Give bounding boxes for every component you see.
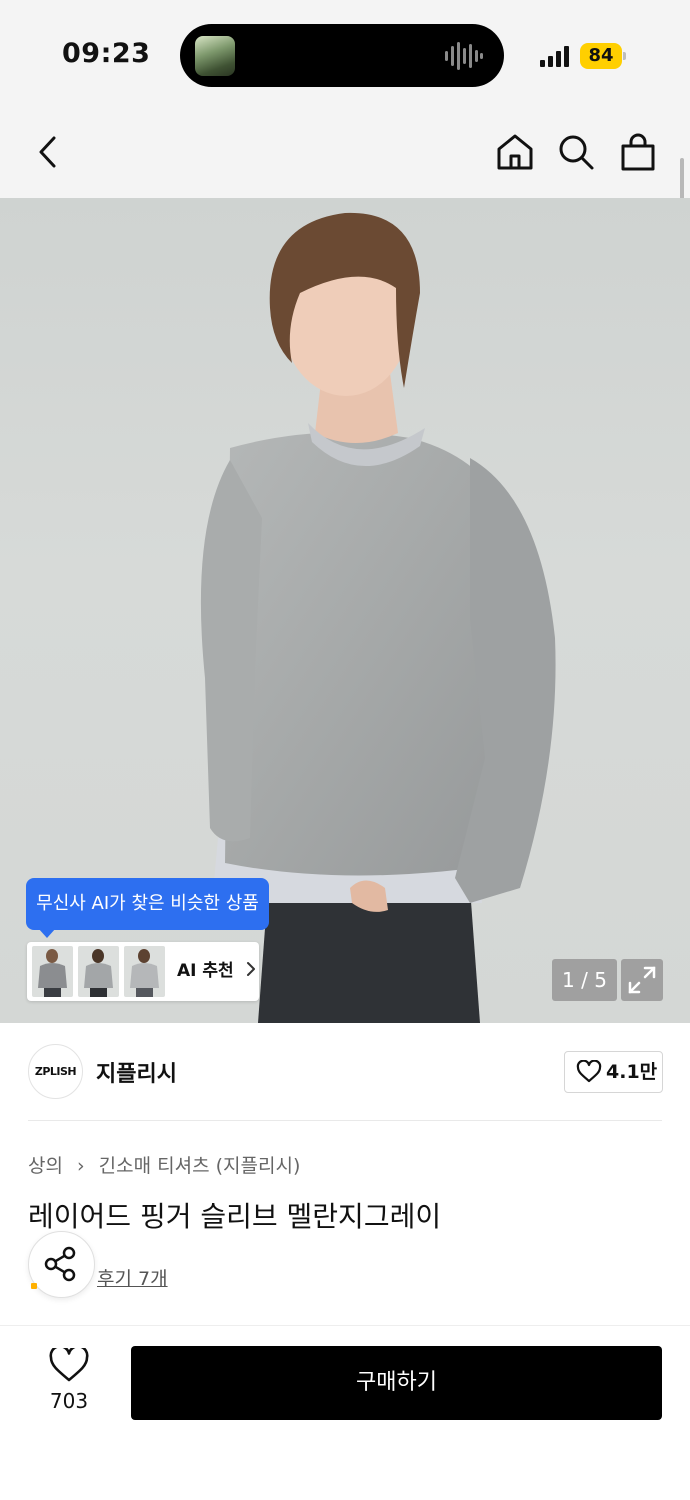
like-count: 703 <box>49 1389 89 1413</box>
product-title: 레이어드 핑거 슬리브 멜란지그레이 <box>28 1200 442 1233</box>
review-link[interactable]: 후기 7개 <box>97 1264 168 1291</box>
buy-button[interactable]: 구매하기 <box>131 1346 662 1420</box>
tooltip-pointer <box>38 928 56 938</box>
brand-name[interactable]: 지플리시 <box>96 1056 177 1088</box>
chevron-right-icon <box>246 962 255 976</box>
ai-recommend-button[interactable]: AI 추천 <box>27 942 259 1001</box>
ai-recommend-label: AI 추천 <box>177 942 257 1001</box>
ai-recommend-text: AI 추천 <box>177 961 234 981</box>
breadcrumb: 상의 › 긴소매 티셔츠 (지플리시) <box>28 1151 300 1178</box>
status-time: 09:23 <box>62 38 151 69</box>
similar-product-thumb <box>124 946 165 997</box>
battery-tip <box>623 52 626 60</box>
top-navigation <box>0 110 690 198</box>
bottom-bar-border <box>0 1325 690 1326</box>
heart-icon[interactable] <box>44 1344 94 1388</box>
chevron-right-icon: › <box>77 1155 85 1177</box>
heart-icon <box>576 1060 602 1083</box>
similar-product-thumb <box>32 946 73 997</box>
divider <box>28 1120 662 1121</box>
brand-like-button[interactable]: 4.1만 <box>564 1051 663 1093</box>
shopping-bag-icon[interactable] <box>616 130 660 174</box>
cellular-signal-icon <box>540 46 569 67</box>
rating-star-icon <box>31 1283 37 1289</box>
brand-logo[interactable]: ZPLISH <box>28 1044 83 1099</box>
share-button[interactable] <box>28 1231 95 1298</box>
battery-level: 84 <box>580 43 622 69</box>
brand-like-count: 4.1만 <box>606 1061 658 1083</box>
chevron-left-icon[interactable] <box>26 130 70 174</box>
similar-product-thumb <box>78 946 119 997</box>
share-icon <box>44 1246 76 1282</box>
ai-recommend-tooltip: 무신사 AI가 찾은 비슷한 상품 <box>26 878 269 930</box>
image-page-indicator: 1 / 5 <box>552 959 617 1001</box>
breadcrumb-item-subcategory[interactable]: 긴소매 티셔츠 (지플리시) <box>99 1155 301 1177</box>
now-playing-artwork <box>195 36 235 76</box>
search-icon[interactable] <box>554 130 598 174</box>
expand-icon[interactable] <box>621 959 663 1001</box>
breadcrumb-item-category[interactable]: 상의 <box>28 1155 63 1177</box>
home-icon[interactable] <box>493 130 537 174</box>
dynamic-island[interactable] <box>180 24 504 87</box>
audio-wave-icon <box>445 42 483 70</box>
